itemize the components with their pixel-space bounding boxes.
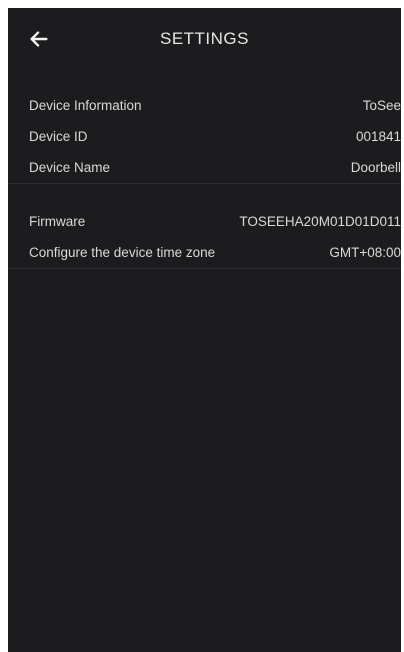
- row-value: 001841: [355, 129, 401, 144]
- row-label: Firmware: [29, 214, 86, 229]
- row-label: Device Information: [29, 98, 142, 113]
- page-title: SETTINGS: [159, 29, 249, 48]
- row-value: GMT+08:00: [329, 245, 401, 260]
- row-firmware[interactable]: Firmware TOSEEHA20M01D01D011: [8, 206, 401, 237]
- back-button[interactable]: [22, 22, 56, 56]
- app-header: SETTINGS: [8, 8, 401, 70]
- row-time-zone[interactable]: Configure the device time zone GMT+08:00: [8, 237, 401, 268]
- device-info-group: Device Information ToSee Device ID 00184…: [8, 90, 401, 184]
- firmware-group: Firmware TOSEEHA20M01D01D011 Configure t…: [8, 206, 401, 269]
- row-value: ToSee: [362, 98, 401, 113]
- row-value: Doorbell: [350, 160, 401, 175]
- row-label: Configure the device time zone: [29, 245, 216, 260]
- row-label: Device ID: [29, 129, 88, 144]
- row-device-information[interactable]: Device Information ToSee: [8, 90, 401, 121]
- arrow-left-icon: [30, 31, 48, 47]
- row-device-name[interactable]: Device Name Doorbell: [8, 152, 401, 183]
- row-label: Device Name: [29, 160, 111, 175]
- row-device-id[interactable]: Device ID 001841: [8, 121, 401, 152]
- settings-screen: SETTINGS Device Information ToSee Device…: [8, 8, 401, 652]
- row-value: TOSEEHA20M01D01D011: [239, 214, 401, 229]
